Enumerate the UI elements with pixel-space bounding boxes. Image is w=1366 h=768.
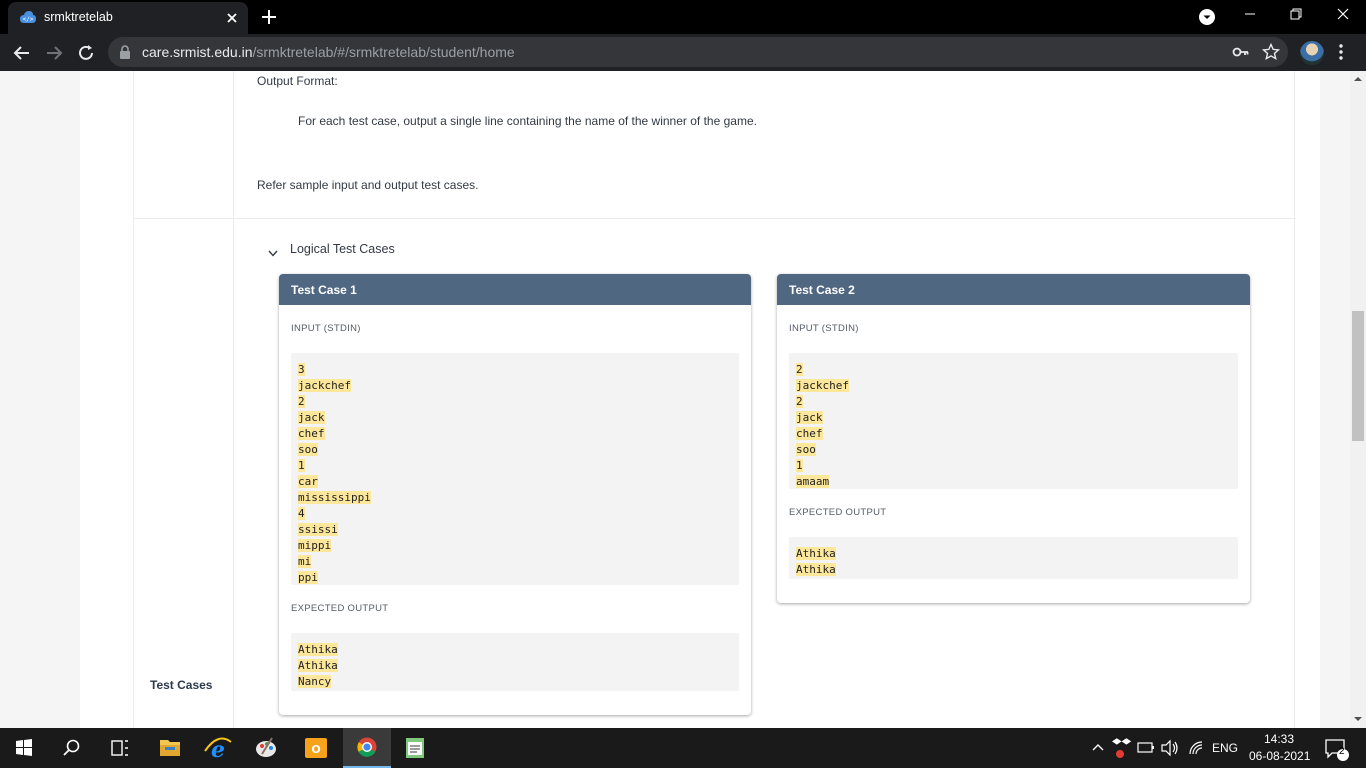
test-case-card-2: Test Case 2 INPUT (STDIN) 2 jackchef 2 j…	[777, 274, 1250, 603]
windows-taskbar: e O ENG 14:33 06-08-2021 2	[0, 728, 1366, 768]
code-line: car	[298, 475, 318, 488]
site-favicon-icon: </>	[20, 11, 36, 23]
code-line: ssissi	[298, 523, 338, 536]
windows-start-icon[interactable]	[0, 728, 48, 768]
code-line: chef	[298, 427, 325, 440]
test-case-card-1: Test Case 1 INPUT (STDIN) 3 jackchef 2 j…	[279, 274, 751, 715]
code-line: jackchef	[298, 379, 351, 392]
chevron-down-icon[interactable]	[266, 246, 280, 260]
scroll-up-arrow-icon[interactable]	[1354, 75, 1362, 83]
test-cases-label: Test Cases	[150, 678, 213, 692]
refer-sample-text: Refer sample input and output test cases…	[257, 178, 479, 192]
test-case-title: Test Case 1	[279, 274, 751, 305]
tab-title: srmktretelab	[44, 10, 113, 24]
test-case-title: Test Case 2	[777, 274, 1250, 305]
code-line: soo	[796, 443, 816, 456]
code-line: 1	[298, 459, 305, 472]
code-line: soo	[298, 443, 318, 456]
svg-text:</>: </>	[23, 16, 34, 23]
scroll-thumb[interactable]	[1352, 311, 1364, 441]
wifi-icon[interactable]	[1184, 728, 1208, 768]
notification-center-icon[interactable]	[1316, 728, 1356, 768]
code-line: jackchef	[796, 379, 849, 392]
section-divider	[134, 218, 1296, 219]
logical-test-cases-toggle[interactable]: Logical Test Cases	[290, 242, 395, 256]
code-line: 2	[796, 395, 803, 408]
internet-explorer-icon[interactable]: e	[194, 728, 242, 768]
address-bar[interactable]: care.srmist.edu.in/srmktretelab/#/srmktr…	[108, 37, 1288, 67]
output-code-block: Athika Athika Nancy	[291, 633, 739, 691]
code-line: chef	[796, 427, 823, 440]
clock-date[interactable]: 06-08-2021	[1249, 749, 1310, 763]
restore-window-icon[interactable]	[1273, 0, 1319, 30]
code-line: 4	[298, 507, 305, 520]
output-code-block: Athika Athika	[789, 537, 1238, 579]
code-line: Athika	[796, 547, 836, 560]
menu-kebab-icon[interactable]	[1336, 42, 1346, 62]
question-panel: Test Cases Output Format: For each test …	[133, 71, 1296, 728]
code-line: jack	[298, 411, 325, 424]
input-code-block: 2 jackchef 2 jack chef soo 1 amaam	[789, 353, 1238, 489]
forward-arrow-icon[interactable]	[42, 41, 66, 65]
code-line: mippi	[298, 539, 332, 552]
output-format-text: For each test case, output a single line…	[298, 114, 757, 128]
bookmark-star-icon[interactable]	[1262, 43, 1280, 61]
close-window-icon[interactable]	[1320, 0, 1366, 30]
minimize-window-icon[interactable]	[1227, 0, 1273, 30]
code-line: mi	[298, 555, 312, 568]
page-viewport: Test Cases Output Format: For each test …	[0, 71, 1350, 728]
url-text[interactable]: care.srmist.edu.in/srmktretelab/#/srmktr…	[142, 44, 515, 60]
clock-time[interactable]: 14:33	[1264, 732, 1294, 746]
code-line: 1	[796, 459, 803, 472]
reload-icon[interactable]	[74, 41, 98, 65]
new-tab-plus-icon[interactable]	[258, 6, 280, 28]
code-line: Athika	[298, 659, 338, 672]
page-container: Test Cases Output Format: For each test …	[80, 71, 1320, 728]
notepad-icon[interactable]	[391, 728, 439, 768]
expected-output-label: EXPECTED OUTPUT	[291, 603, 389, 614]
input-code-block: 3 jackchef 2 jack chef soo 1 car mississ…	[291, 353, 739, 585]
browser-toolbar: care.srmist.edu.in/srmktretelab/#/srmktr…	[0, 34, 1366, 71]
file-explorer-icon[interactable]	[146, 728, 194, 768]
code-line: amaam	[796, 475, 830, 488]
language-indicator[interactable]: ENG	[1212, 741, 1238, 755]
code-line: Nancy	[298, 675, 332, 688]
code-line: 2	[796, 363, 803, 376]
output-format-label: Output Format:	[257, 74, 338, 88]
profile-avatar[interactable]	[1300, 41, 1324, 65]
code-line: Athika	[298, 643, 338, 656]
paint-app-icon[interactable]	[242, 728, 290, 768]
battery-icon[interactable]	[1134, 728, 1158, 768]
notification-count: 2	[1339, 746, 1345, 757]
lock-icon[interactable]	[118, 44, 132, 60]
browser-tab[interactable]: </> srmktretelab	[8, 2, 248, 34]
input-label: INPUT (STDIN)	[789, 323, 859, 334]
input-label: INPUT (STDIN)	[291, 323, 361, 334]
code-line: mississippi	[298, 491, 371, 504]
task-view-icon[interactable]	[96, 728, 144, 768]
dropbox-icon[interactable]	[1110, 728, 1134, 768]
expected-output-label: EXPECTED OUTPUT	[789, 507, 887, 518]
chrome-icon[interactable]	[343, 728, 391, 768]
code-line: Athika	[796, 563, 836, 576]
scroll-down-arrow-icon[interactable]	[1354, 715, 1362, 723]
close-tab-icon[interactable]	[222, 8, 242, 28]
svg-text:O: O	[311, 743, 320, 756]
code-line: jack	[796, 411, 823, 424]
code-line: ppi	[298, 571, 318, 584]
tab-search-dropdown-icon[interactable]	[1198, 8, 1216, 26]
volume-icon[interactable]	[1158, 728, 1182, 768]
code-line: 2	[298, 395, 305, 408]
key-icon[interactable]	[1232, 44, 1250, 60]
search-icon[interactable]	[48, 728, 96, 768]
outlook-icon[interactable]: O	[292, 728, 340, 768]
browser-tab-strip: </> srmktretelab	[0, 0, 1366, 34]
code-line: 3	[298, 363, 305, 376]
page-scrollbar[interactable]	[1350, 71, 1366, 728]
back-arrow-icon[interactable]	[10, 41, 34, 65]
tray-chevron-up-icon[interactable]	[1086, 728, 1110, 768]
left-label-column: Test Cases	[134, 71, 234, 728]
